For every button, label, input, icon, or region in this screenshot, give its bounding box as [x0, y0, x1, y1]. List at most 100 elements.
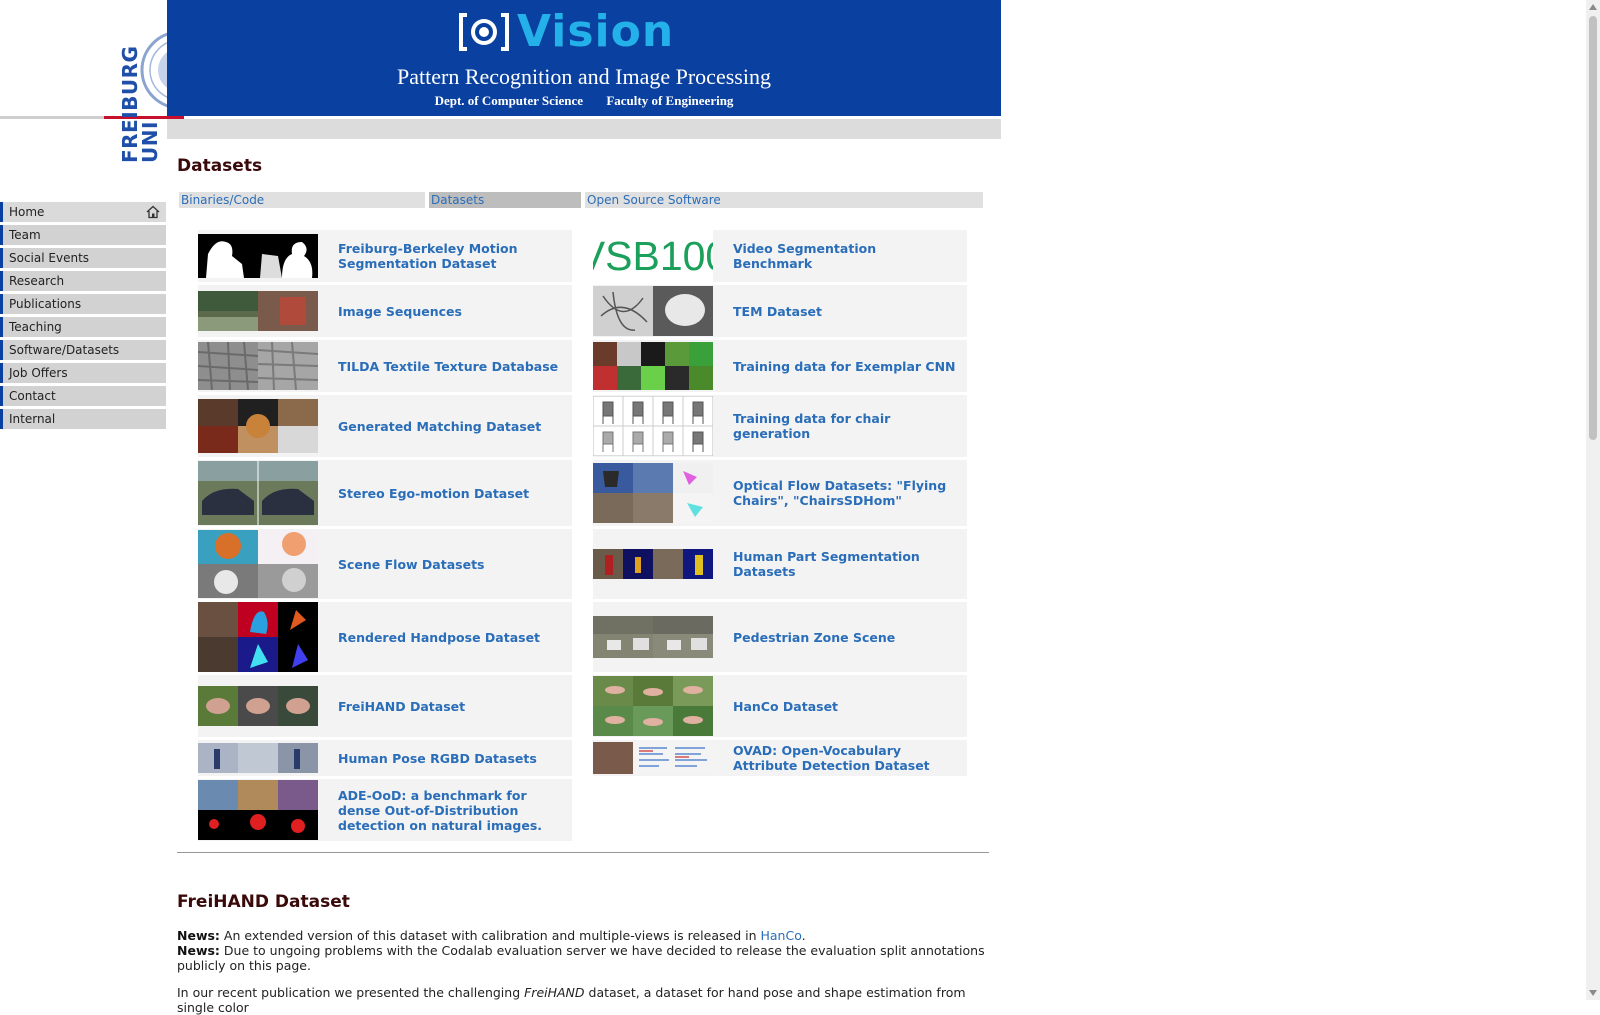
freihand-thumbnail — [198, 686, 318, 726]
dataset-link[interactable]: Pedestrian Zone Scene — [733, 630, 905, 645]
freiburg-word: FREIBURG — [118, 45, 142, 163]
stereo-ego-motion-thumbnail — [198, 461, 318, 525]
nav-item-job-offers[interactable]: Job Offers — [0, 363, 166, 383]
tab-datasets[interactable]: Datasets — [429, 192, 581, 208]
nav-item-label: Social Events — [9, 251, 90, 265]
section-title: FreiHAND Dataset — [177, 892, 350, 912]
dataset-card[interactable]: TEM Dataset — [593, 285, 967, 337]
nav-item-label: Research — [9, 274, 65, 288]
scrollbar-thumb[interactable] — [1589, 16, 1597, 440]
hanco-thumbnail — [593, 676, 713, 736]
chair-generation-thumbnail — [593, 396, 713, 456]
dataset-link[interactable]: Human Pose RGBD Datasets — [338, 751, 547, 766]
dataset-card[interactable]: Freiburg-Berkeley Motion Segmentation Da… — [198, 230, 572, 282]
header-grey-band — [167, 119, 1001, 139]
news-line-2: News: Due to ungoing problems with the C… — [177, 943, 989, 973]
dataset-card[interactable]: Scene Flow Datasets — [198, 529, 572, 599]
nav-item-team[interactable]: Team — [0, 225, 166, 245]
nav-item-label: Internal — [9, 412, 56, 426]
news-line-1: News: An extended version of this datase… — [177, 928, 989, 943]
dataset-card[interactable]: VSB100 Video Segmentation Benchmark — [593, 230, 967, 282]
intro-text: In our recent publication we presented t… — [177, 985, 525, 1000]
news-prefix: News: — [177, 943, 220, 958]
dataset-grid: Freiburg-Berkeley Motion Segmentation Da… — [198, 230, 978, 841]
ovad-thumbnail — [593, 742, 713, 774]
dataset-card[interactable]: Training data for chair generation — [593, 395, 967, 457]
human-pose-rgbd-thumbnail — [198, 743, 318, 773]
human-part-segmentation-thumbnail — [593, 549, 713, 579]
ade-ood-thumbnail — [198, 780, 318, 840]
tab-open-source-software[interactable]: Open Source Software — [585, 192, 983, 208]
nav-item-internal[interactable]: Internal — [0, 409, 166, 429]
nav-item-label: Publications — [9, 297, 82, 311]
dataset-link[interactable]: Video Segmentation Benchmark — [733, 241, 967, 271]
dataset-link[interactable]: FreiHAND Dataset — [338, 699, 475, 714]
dataset-link[interactable]: OVAD: Open-Vocabulary Attribute Detectio… — [733, 743, 967, 773]
nav-item-label: Contact — [9, 389, 56, 403]
dataset-link[interactable]: Image Sequences — [338, 304, 472, 319]
nav-item-publications[interactable]: Publications — [0, 294, 166, 314]
dataset-card[interactable]: Human Pose RGBD Datasets — [198, 740, 572, 776]
nav-item-software-datasets[interactable]: Software/Datasets — [0, 340, 166, 360]
page-title: Datasets — [177, 156, 263, 176]
scene-flow-thumbnail — [198, 530, 318, 598]
dataset-link[interactable]: Rendered Handpose Dataset — [338, 630, 550, 645]
header-banner: Vision Pattern Recognition and Image Pro… — [167, 0, 1001, 116]
header-subtitle: Pattern Recognition and Image Processing — [397, 64, 771, 89]
dataset-link[interactable]: TILDA Textile Texture Database — [338, 359, 568, 374]
image-sequences-thumbnail — [198, 291, 318, 331]
page-scrollbar[interactable] — [1586, 0, 1600, 1000]
rendered-handpose-thumbnail — [198, 602, 318, 672]
nav-item-label: Software/Datasets — [9, 343, 120, 357]
dataset-link[interactable]: Training data for chair generation — [733, 411, 967, 441]
hanco-link[interactable]: HanCo — [760, 928, 801, 943]
tab-binaries-code[interactable]: Binaries/Code — [179, 192, 425, 208]
exemplar-cnn-thumbnail — [593, 342, 713, 390]
dataset-link[interactable]: Scene Flow Datasets — [338, 557, 494, 572]
nav-item-teaching[interactable]: Teaching — [0, 317, 166, 337]
dataset-card[interactable]: Pedestrian Zone Scene — [593, 602, 967, 672]
dataset-card[interactable]: Training data for Exemplar CNN — [593, 340, 967, 392]
nav-item-contact[interactable]: Contact — [0, 386, 166, 406]
dataset-link[interactable]: HanCo Dataset — [733, 699, 848, 714]
scroll-up-arrow-icon[interactable] — [1589, 4, 1597, 10]
brand-name: Vision — [517, 6, 675, 57]
dataset-card[interactable]: Generated Matching Dataset — [198, 395, 572, 457]
dataset-link[interactable]: TEM Dataset — [733, 304, 832, 319]
dataset-link[interactable]: Generated Matching Dataset — [338, 419, 551, 434]
dataset-card[interactable]: Optical Flow Datasets: "Flying Chairs", … — [593, 460, 967, 526]
nav-item-research[interactable]: Research — [0, 271, 166, 291]
nav-item-label: Home — [9, 205, 45, 219]
dataset-link[interactable]: Optical Flow Datasets: "Flying Chairs", … — [733, 478, 967, 508]
news-text: An extended version of this dataset with… — [219, 928, 761, 943]
nav-item-home[interactable]: Home — [0, 202, 166, 222]
dataset-card[interactable]: Image Sequences — [198, 285, 572, 337]
dataset-card[interactable]: OVAD: Open-Vocabulary Attribute Detectio… — [593, 740, 967, 776]
news-prefix: News: — [177, 928, 220, 943]
dataset-card[interactable]: HanCo Dataset — [593, 675, 967, 737]
uni-freiburg-logo[interactable]: FREIBURG UNI — [0, 0, 220, 200]
dataset-link[interactable]: ADE-OoD: a benchmark for dense Out-of-Di… — [338, 788, 572, 833]
dataset-card[interactable]: TILDA Textile Texture Database — [198, 340, 572, 392]
motion-segmentation-thumbnail — [198, 234, 318, 278]
scroll-down-arrow-icon[interactable] — [1589, 990, 1597, 996]
nav-item-label: Team — [9, 228, 41, 242]
dataset-card[interactable]: Rendered Handpose Dataset — [198, 602, 572, 672]
news-end: . — [801, 928, 806, 943]
dataset-link[interactable]: Stereo Ego-motion Dataset — [338, 486, 539, 501]
uni-word: UNI — [138, 121, 162, 163]
section-divider — [177, 852, 989, 853]
dataset-link[interactable]: Training data for Exemplar CNN — [733, 359, 966, 374]
nav-item-social-events[interactable]: Social Events — [0, 248, 166, 268]
dataset-card[interactable]: Stereo Ego-motion Dataset — [198, 460, 572, 526]
dataset-link[interactable]: Freiburg-Berkeley Motion Segmentation Da… — [338, 241, 572, 271]
dataset-card[interactable]: Human Part Segmentation Datasets — [593, 529, 967, 599]
nav-item-label: Teaching — [9, 320, 62, 334]
vision-logo[interactable]: Vision — [457, 8, 674, 56]
dataset-link[interactable]: Human Part Segmentation Datasets — [733, 549, 967, 579]
dataset-card[interactable]: ADE-OoD: a benchmark for dense Out-of-Di… — [198, 779, 572, 841]
dataset-card[interactable]: FreiHAND Dataset — [198, 675, 572, 737]
logo-grey-line — [0, 116, 104, 119]
intro-paragraph: In our recent publication we presented t… — [177, 985, 989, 1015]
section-body: News: An extended version of this datase… — [177, 928, 989, 1015]
